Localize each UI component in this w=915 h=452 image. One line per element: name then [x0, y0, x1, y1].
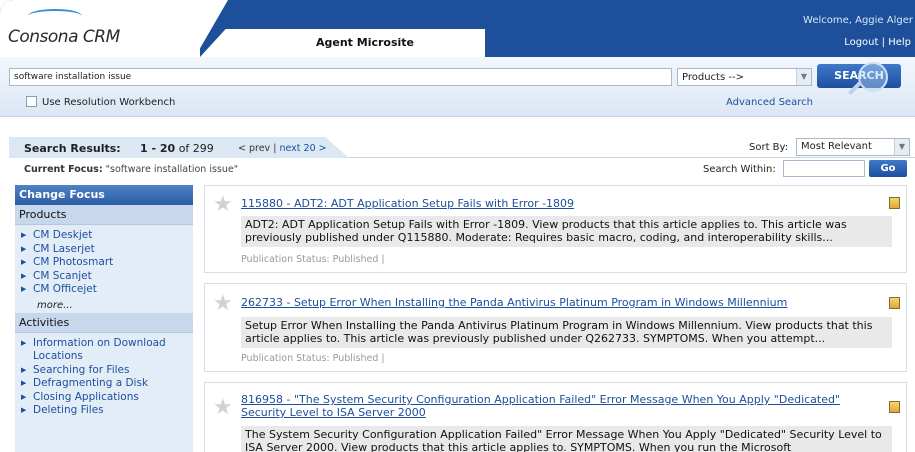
sidebar-products-title: Products	[15, 205, 193, 225]
pagination-separator: |	[273, 143, 277, 154]
scope-select[interactable]: Products --> ▼	[677, 68, 812, 86]
microsite-tab-label: Agent Microsite	[315, 36, 415, 49]
focus-label: Current Focus:	[24, 164, 103, 175]
search-band: software installation issue Products -->…	[0, 57, 915, 117]
sidebar-item-activity[interactable]: Deleting Files	[21, 404, 193, 418]
welcome-text: Welcome, Aggie Alger	[803, 15, 913, 26]
document-icon	[889, 197, 900, 209]
sidebar-head: Change Focus	[15, 185, 193, 205]
next-link[interactable]: next 20 >	[279, 143, 326, 154]
current-focus: Current Focus: "software installation is…	[24, 164, 238, 175]
change-focus-sidebar: Change Focus Products CM Deskjet CM Lase…	[15, 185, 193, 452]
results-pagination: < prev | next 20 >	[238, 143, 327, 154]
sidebar-item-activity[interactable]: Defragmenting a Disk	[21, 377, 193, 391]
prev-link[interactable]: < prev	[238, 143, 270, 154]
sort-select[interactable]: Most Relevant ▼	[796, 138, 910, 156]
results-title: Search Results:	[24, 142, 121, 155]
sidebar-item-activity[interactable]: Searching for Files	[21, 364, 193, 378]
products-list: CM Deskjet CM Laserjet CM Photosmart CM …	[15, 225, 193, 299]
chevron-down-icon: ▼	[894, 139, 909, 155]
more-products-link[interactable]: more...	[15, 299, 193, 313]
result-card: ★ 115880 - ADT2: ADT Application Setup F…	[204, 185, 907, 273]
advanced-search-link[interactable]: Advanced Search	[726, 97, 813, 108]
results-range: 1 - 20	[140, 142, 176, 155]
logo: Consona CRM	[8, 27, 120, 47]
result-card: ★ 262733 - Setup Error When Installing t…	[204, 283, 907, 372]
document-icon	[889, 401, 900, 413]
star-icon[interactable]: ★	[213, 194, 235, 216]
result-snippet: Setup Error When Installing the Panda An…	[241, 317, 892, 348]
logout-link[interactable]: Logout	[844, 37, 878, 48]
publication-status: Publication Status: Published |	[241, 353, 385, 364]
results-count: 1 - 20 of 299	[140, 142, 214, 155]
sort-select-value: Most Relevant	[801, 141, 872, 152]
go-button[interactable]: Go	[869, 160, 907, 177]
results-total: of 299	[178, 142, 214, 155]
result-title-link[interactable]: 262733 - Setup Error When Installing the…	[241, 296, 787, 309]
result-snippet: The System Security Configuration Applic…	[241, 426, 892, 452]
result-title-link[interactable]: 816958 - "The System Security Configurat…	[241, 393, 871, 419]
header-links: Logout | Help	[844, 37, 911, 48]
top-header: Consona CRM Agent Microsite Welcome, Agg…	[0, 0, 915, 57]
focus-value: "software installation issue"	[105, 164, 239, 175]
scope-select-value: Products -->	[682, 72, 744, 83]
workbench-label: Use Resolution Workbench	[42, 97, 176, 108]
chevron-down-icon: ▼	[796, 69, 811, 85]
star-icon[interactable]: ★	[213, 293, 235, 315]
sidebar-activities-title: Activities	[15, 312, 193, 333]
sidebar-item-product[interactable]: CM Officejet	[21, 283, 193, 297]
sidebar-item-activity[interactable]: Closing Applications	[21, 391, 193, 405]
header-link-separator: |	[881, 37, 885, 48]
publication-status: Publication Status: Published |	[241, 254, 385, 265]
help-link[interactable]: Help	[888, 37, 911, 48]
result-card: ★ 816958 - "The System Security Configur…	[204, 382, 907, 452]
magnifier-icon	[858, 62, 888, 92]
star-icon[interactable]: ★	[213, 397, 235, 419]
workbench-checkbox[interactable]	[26, 96, 37, 107]
logo-swoosh-icon	[28, 9, 82, 23]
result-title-link[interactable]: 115880 - ADT2: ADT Application Setup Fai…	[241, 197, 574, 210]
activities-list: Information on Download Locations Search…	[15, 333, 193, 420]
sort-label: Sort By:	[749, 142, 789, 153]
sidebar-item-activity[interactable]: Information on Download Locations	[21, 337, 193, 364]
search-input[interactable]: software installation issue	[9, 68, 672, 86]
document-icon	[889, 297, 900, 309]
app-frame: Consona CRM Agent Microsite Welcome, Agg…	[0, 0, 915, 452]
sidebar-item-product[interactable]: CM Scanjet	[21, 270, 193, 284]
sidebar-item-product[interactable]: CM Photosmart	[21, 256, 193, 270]
search-within-label: Search Within:	[703, 164, 776, 175]
sidebar-item-product[interactable]: CM Laserjet	[21, 243, 193, 257]
search-within-input[interactable]	[783, 160, 865, 177]
result-snippet: ADT2: ADT Application Setup Fails with E…	[241, 216, 892, 247]
sidebar-item-product[interactable]: CM Deskjet	[21, 229, 193, 243]
